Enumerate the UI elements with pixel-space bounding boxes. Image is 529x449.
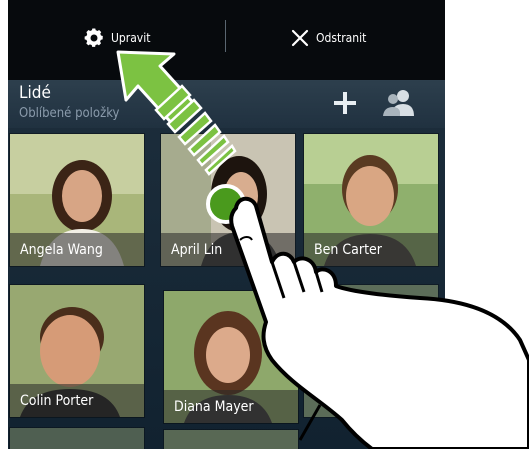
contact-name: Angela Wang [20,242,103,258]
remove-label: Odstranit [316,31,367,45]
action-bar: Upravit Odstranit [8,0,445,81]
edit-label: Upravit [111,31,151,45]
widget-subtitle: Oblíbené položky [19,106,120,121]
contact-tile-ben-carter[interactable]: Ben Carter [304,134,438,266]
plus-icon[interactable] [332,90,358,116]
contact-tile-april-lin[interactable]: April Lin [161,134,295,266]
widget-title: Lidé [19,83,51,103]
contact-photo [304,285,438,417]
contact-tile-angela-wang[interactable]: Angela Wang [10,134,144,266]
contact-name: Colin Porter [20,393,94,409]
remove-button[interactable]: Odstranit [290,18,366,58]
people-icon[interactable] [383,88,415,118]
toolbar-divider [225,20,226,52]
phone-screen: Upravit Odstranit Lidé Oblíbené položky [8,0,445,449]
contact-name: Diana Mayer [174,399,254,415]
contact-name: April Lin [171,242,223,258]
contact-tile-empty[interactable] [304,285,438,417]
gear-icon [84,28,103,47]
contact-photo [164,430,298,449]
contact-tile-diana-mayer[interactable]: Diana Mayer [164,291,298,423]
contact-photo [10,428,144,449]
close-icon [291,29,309,47]
edit-button[interactable]: Upravit [83,18,150,58]
contact-tile-colin-porter[interactable]: Colin Porter [10,285,144,417]
contact-name: Ben Carter [314,242,382,258]
contact-tile-partial[interactable] [10,428,144,449]
contact-tile-partial[interactable] [164,430,298,449]
widget-header: Lidé Oblíbené položky [8,80,445,128]
